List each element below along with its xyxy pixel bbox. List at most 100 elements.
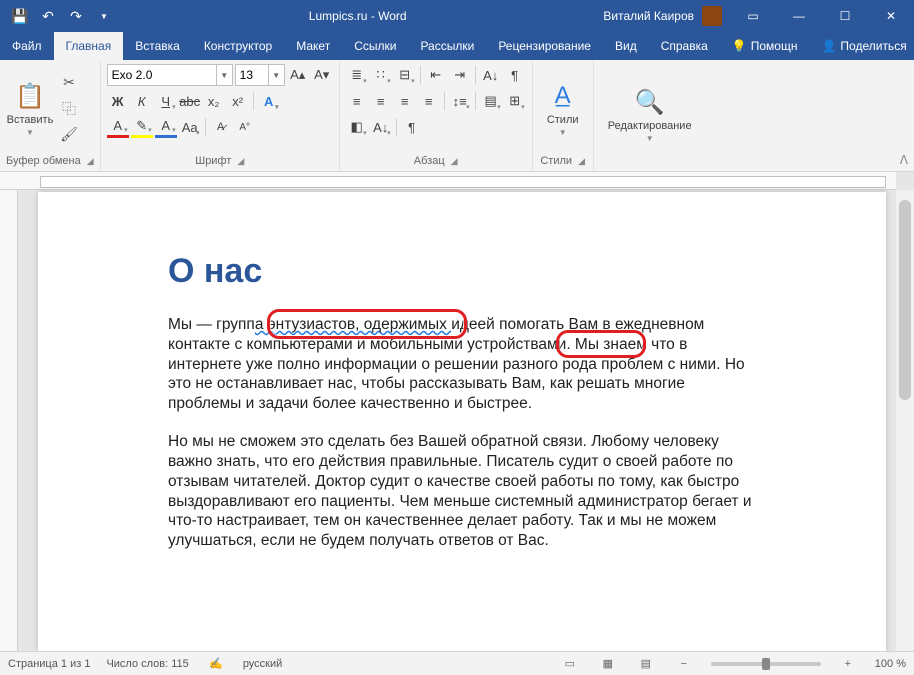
bullets-button[interactable]: ≣▾ [346, 64, 368, 86]
tab-home[interactable]: Главная [54, 32, 124, 60]
superscript-button[interactable]: x² [227, 90, 249, 112]
paste-button[interactable]: 📋 Вставить ▼ [6, 64, 54, 153]
tab-review[interactable]: Рецензирование [486, 32, 603, 60]
align-left-button[interactable]: ≡ [346, 90, 368, 112]
cut-button[interactable]: ✂ [58, 72, 80, 94]
tab-help[interactable]: Справка [649, 32, 720, 60]
format-painter-button[interactable]: 🖌 [58, 124, 80, 146]
user-name[interactable]: Виталий Каиров [603, 9, 694, 23]
change-case-button[interactable]: Aa▾ [179, 116, 201, 138]
copy-button[interactable]: ⿻ [58, 98, 80, 120]
group-styles: A̲ Стили ▼ Стили◢ [533, 60, 594, 171]
chevron-down-icon: ▼ [26, 128, 34, 137]
read-mode-button[interactable]: ▭ [559, 655, 581, 673]
vertical-scrollbar[interactable] [896, 190, 914, 651]
line-spacing-button[interactable]: ↕≡▾ [449, 90, 471, 112]
zoom-out-button[interactable]: − [673, 655, 695, 673]
font-dialog-launcher[interactable]: ◢ [237, 156, 244, 167]
shading-button[interactable]: ▤▾ [480, 90, 502, 112]
phonetic-guide-button[interactable]: A° [234, 116, 256, 138]
para-sort-button[interactable]: A↓▾ [370, 116, 392, 138]
paragraph-dialog-launcher[interactable]: ◢ [451, 156, 458, 167]
ribbon: 📋 Вставить ▼ ✂ ⿻ 🖌 Буфер обмена◢ ▼ ▼ A▴ … [0, 60, 914, 172]
pilcrow-button[interactable]: ¶ [401, 116, 423, 138]
tab-file[interactable]: Файл [0, 32, 54, 60]
clipboard-icon: 📋 [14, 80, 46, 112]
collapse-ribbon-button[interactable]: ᐱ [900, 153, 908, 167]
font-size-input[interactable] [235, 64, 269, 86]
document-area: О нас Мы — группа энтузиастов, одержимых… [0, 172, 914, 651]
user-avatar-icon[interactable] [702, 6, 722, 26]
font-color-button[interactable]: A▾ [107, 116, 129, 138]
search-icon: 🔍 [634, 86, 666, 118]
grow-font-button[interactable]: A▴ [287, 64, 309, 86]
clear-formatting-button[interactable]: A̷ [210, 116, 232, 138]
window-title: Lumpics.ru - Word [112, 9, 603, 23]
qat-customize-icon[interactable]: ▼ [96, 8, 112, 24]
numbering-button[interactable]: ∷▾ [370, 64, 392, 86]
styles-dialog-launcher[interactable]: ◢ [578, 156, 585, 167]
tell-me-button[interactable]: 💡Помощн [720, 32, 810, 60]
document-page[interactable]: О нас Мы — группа энтузиастов, одержимых… [38, 192, 886, 651]
clipboard-dialog-launcher[interactable]: ◢ [87, 156, 94, 167]
zoom-thumb[interactable] [762, 658, 770, 670]
undo-icon[interactable]: ↶ [40, 8, 56, 24]
multilevel-list-button[interactable]: ⊟▾ [394, 64, 416, 86]
scroll-thumb[interactable] [899, 200, 911, 400]
share-button[interactable]: 👤Поделиться [809, 32, 914, 60]
close-button[interactable]: ✕ [868, 0, 914, 32]
web-layout-button[interactable]: ▤ [635, 655, 657, 673]
strikethrough-button[interactable]: abc [179, 90, 201, 112]
print-layout-button[interactable]: ▦ [597, 655, 619, 673]
ribbon-display-options-icon[interactable]: ▭ [730, 0, 776, 32]
autosave-icon[interactable]: 💾 [12, 8, 28, 24]
minimize-button[interactable]: — [776, 0, 822, 32]
subscript-button[interactable]: x₂ [203, 90, 225, 112]
increase-indent-button[interactable]: ⇥ [449, 64, 471, 86]
redo-icon[interactable]: ↷ [68, 8, 84, 24]
status-word-count[interactable]: Число слов: 115 [106, 658, 188, 670]
justify-button[interactable]: ≡ [418, 90, 440, 112]
shrink-font-button[interactable]: A▾ [311, 64, 333, 86]
styles-button[interactable]: A̲ Стили ▼ [539, 64, 587, 153]
tab-layout[interactable]: Макет [284, 32, 342, 60]
decrease-indent-button[interactable]: ⇤ [425, 64, 447, 86]
font-size-dropdown[interactable]: ▼ [269, 64, 285, 86]
statusbar: Страница 1 из 1 Число слов: 115 ✍ русски… [0, 651, 914, 675]
zoom-in-button[interactable]: + [837, 655, 859, 673]
align-right-button[interactable]: ≡ [394, 90, 416, 112]
doc-paragraph-2: Но мы не сможем это сделать без Вашей об… [168, 432, 756, 551]
status-page[interactable]: Страница 1 из 1 [8, 658, 90, 670]
group-clipboard: 📋 Вставить ▼ ✂ ⿻ 🖌 Буфер обмена◢ [0, 60, 101, 171]
font-name-dropdown[interactable]: ▼ [217, 64, 233, 86]
horizontal-ruler[interactable] [0, 172, 896, 190]
vertical-ruler[interactable] [0, 190, 18, 651]
group-editing: 🔍 Редактирование ▼ [594, 60, 706, 171]
tab-design[interactable]: Конструктор [192, 32, 284, 60]
underline-button[interactable]: Ч▾ [155, 90, 177, 112]
fill-button[interactable]: ◧▾ [346, 116, 368, 138]
show-marks-button[interactable]: ¶ [504, 64, 526, 86]
highlight-button[interactable]: ✎▾ [131, 116, 153, 138]
text-effects-button[interactable]: A▾ [258, 90, 280, 112]
italic-button[interactable]: К [131, 90, 153, 112]
tab-view[interactable]: Вид [603, 32, 649, 60]
editing-button[interactable]: 🔍 Редактирование ▼ [600, 64, 700, 165]
tab-references[interactable]: Ссылки [342, 32, 408, 60]
sort-button[interactable]: A↓ [480, 64, 502, 86]
bold-button[interactable]: Ж [107, 90, 129, 112]
spellcheck-icon[interactable]: ✍ [205, 655, 227, 673]
align-center-button[interactable]: ≡ [370, 90, 392, 112]
styles-icon: A̲ [547, 80, 579, 112]
zoom-level[interactable]: 100 % [875, 658, 906, 670]
zoom-slider[interactable] [711, 662, 821, 666]
tab-mailings[interactable]: Рассылки [408, 32, 486, 60]
status-language[interactable]: русский [243, 658, 282, 670]
tab-insert[interactable]: Вставка [123, 32, 192, 60]
borders-button[interactable]: ⊞▾ [504, 90, 526, 112]
font-name-input[interactable] [107, 64, 217, 86]
maximize-button[interactable]: ☐ [822, 0, 868, 32]
font-color2-button[interactable]: A▾ [155, 116, 177, 138]
doc-paragraph-1: Мы — группа энтузиастов, одержимых идеей… [168, 315, 756, 414]
group-paragraph: ≣▾ ∷▾ ⊟▾ ⇤ ⇥ A↓ ¶ ≡ ≡ ≡ ≡ ↕≡▾ [340, 60, 533, 171]
